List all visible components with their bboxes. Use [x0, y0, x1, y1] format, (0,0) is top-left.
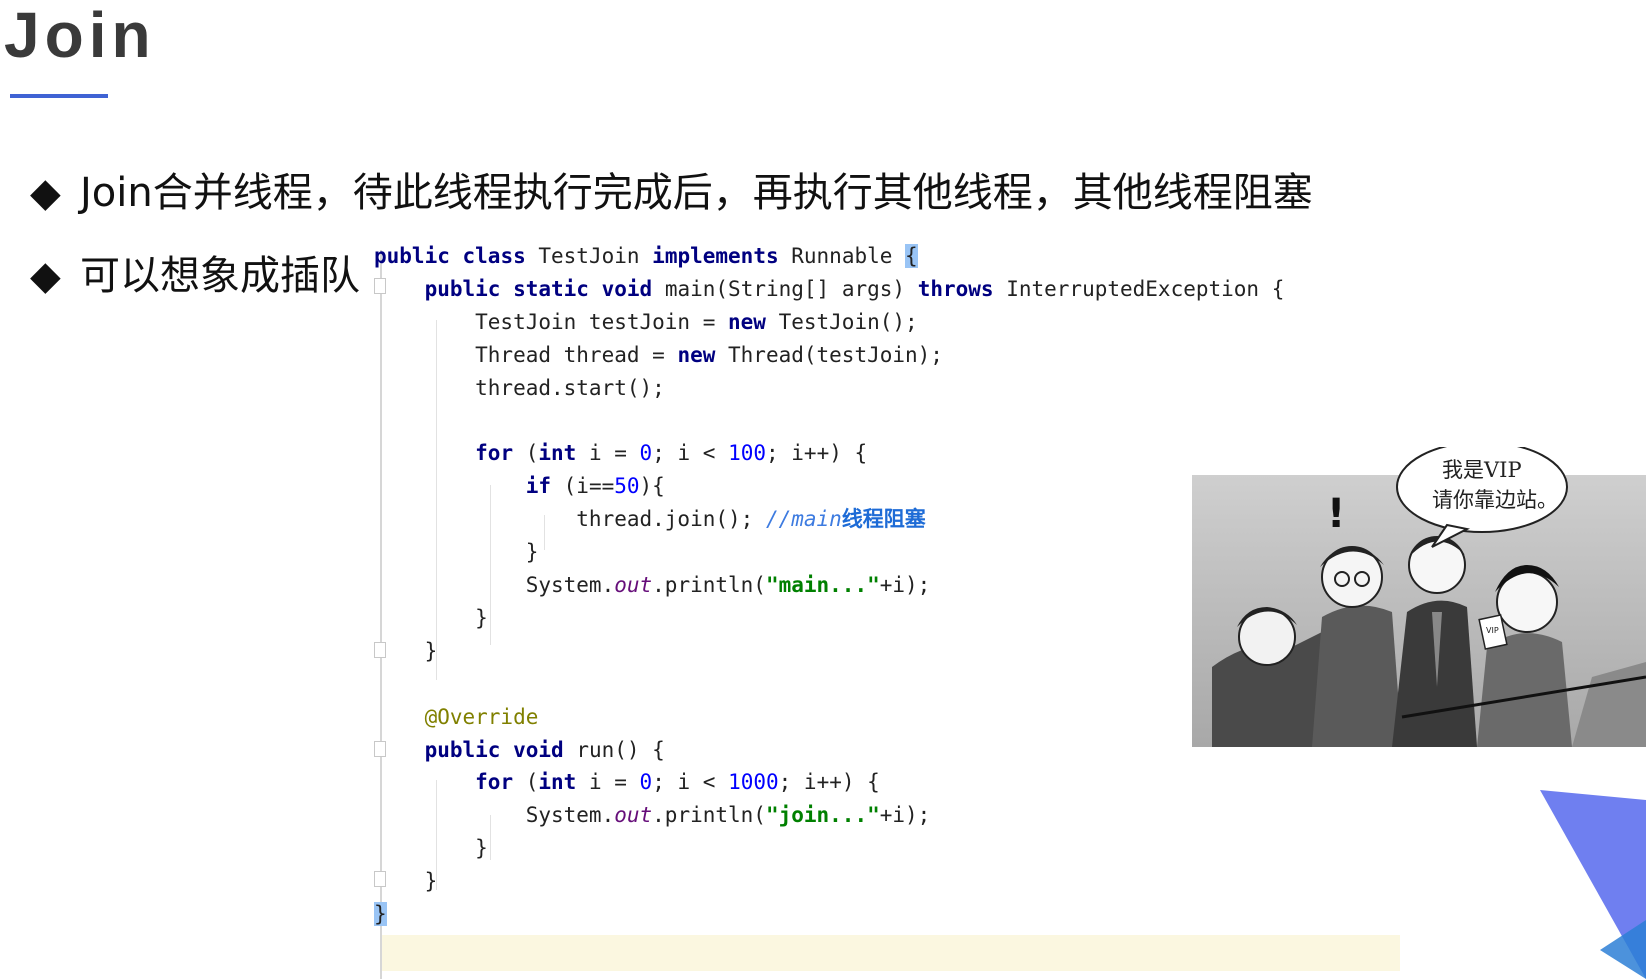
speech-line-2: 请你靠边站。 [1432, 488, 1558, 512]
code-line: } [374, 902, 387, 926]
code-line: } [374, 605, 488, 630]
code-line: for (int i = 0; i < 100; i++) { [475, 441, 868, 466]
code-line: Thread thread = new Thread(testJoin); [374, 342, 943, 367]
code-line: public class TestJoin implements Runnabl… [374, 244, 918, 268]
bullet-text-2: 可以想象成插队 [80, 253, 360, 299]
code-line: if (i==50){ [525, 474, 665, 499]
code-line: public void run() { [424, 737, 665, 762]
bullet-item-1: ◆ Join合并线程，待此线程执行完成后，再执行其他线程，其他线程阻塞 [30, 160, 1313, 218]
code-line: } [374, 540, 539, 565]
code-line: TestJoin testJoin = new TestJoin(); [374, 309, 918, 334]
slide-title: Join [4, 0, 156, 71]
title-underline [10, 94, 108, 98]
code-line: thread.start(); [374, 375, 665, 400]
code-line: @Override [424, 704, 539, 729]
corner-decoration [1540, 790, 1646, 979]
code-line: } [374, 638, 438, 663]
speech-line-1: 我是VIP [1442, 458, 1522, 482]
bullet-text-1: Join合并线程，待此线程执行完成后，再执行其他线程，其他线程阻塞 [80, 170, 1313, 216]
vip-card-text: VIP [1486, 626, 1499, 635]
code-line: } [374, 836, 488, 861]
current-line-highlight [382, 935, 1400, 971]
code-line: thread.join(); //main线程阻塞 [374, 506, 926, 532]
code-line: System.out.println("join..."+i); [374, 803, 931, 828]
code-line: System.out.println("main..."+i); [374, 573, 931, 597]
code-line: public static void main(String[] args) t… [424, 276, 1285, 301]
code-line: } [374, 869, 438, 894]
bullet-item-2: ◆ 可以想象成插队 [30, 243, 360, 301]
diamond-bullet-icon: ◆ [30, 170, 61, 216]
cartoon-illustration: VIP ! 我是VIP 请你靠边站。 [1192, 447, 1646, 747]
code-line: for (int i = 0; i < 1000; i++) { [475, 770, 880, 795]
exclamation-mark: ! [1327, 491, 1345, 537]
diamond-bullet-icon: ◆ [30, 253, 61, 299]
